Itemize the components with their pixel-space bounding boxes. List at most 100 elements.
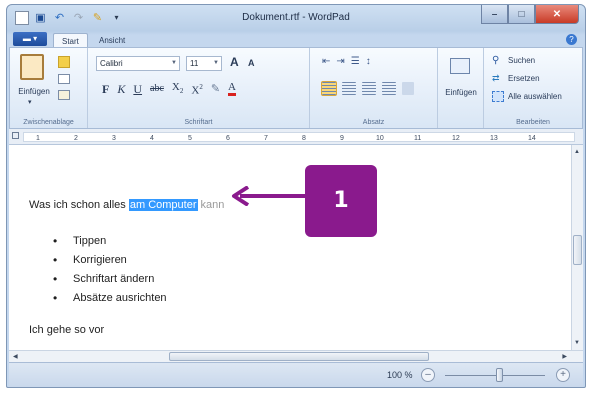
- annotation-arrow: [232, 186, 306, 206]
- status-bar: 100 % – +: [9, 362, 583, 387]
- replace-icon: ⇄: [492, 72, 500, 83]
- subscript-button[interactable]: X2: [172, 80, 183, 98]
- justify-icon[interactable]: [382, 82, 396, 95]
- group-font: Calibri ▼ 11 ▼ A A F K U abc X2 X2 ✎ A S…: [88, 48, 310, 128]
- scroll-down-icon[interactable]: ▼: [574, 340, 580, 346]
- close-button[interactable]: ✕: [535, 5, 579, 24]
- help-icon[interactable]: ?: [566, 34, 577, 45]
- group-label-font: Schriftart: [184, 119, 213, 126]
- list-item[interactable]: Tippen: [53, 234, 167, 254]
- tab-view[interactable]: Ansicht: [91, 33, 133, 48]
- cut-icon[interactable]: [58, 56, 70, 68]
- paste-dropdown[interactable]: ▾: [28, 98, 32, 106]
- picture-icon[interactable]: [450, 58, 470, 74]
- font-family-value: Calibri: [100, 59, 123, 68]
- chevron-down-icon: ▼: [213, 60, 219, 66]
- list-item[interactable]: Korrigieren: [53, 253, 167, 273]
- ruler-mark: 6: [226, 135, 230, 142]
- group-clipboard: Einfügen ▾ Zwischenablage: [10, 48, 88, 128]
- strikethrough-button[interactable]: abc: [150, 82, 164, 96]
- scroll-right-icon[interactable]: ▶: [562, 353, 567, 360]
- bullet-list-icon[interactable]: ☰: [351, 56, 360, 67]
- paragraph-tools: ⇤ ⇥ ☰ ↕: [322, 56, 371, 67]
- maximize-button[interactable]: □: [508, 5, 535, 24]
- document-line[interactable]: Ich gehe so vor: [29, 324, 104, 336]
- find-button[interactable]: ⚲ Suchen: [492, 54, 562, 66]
- document-line[interactable]: Was ich schon alles am Computer kann: [29, 199, 224, 211]
- zoom-slider[interactable]: [445, 375, 545, 376]
- superscript-button[interactable]: X2: [191, 80, 202, 98]
- paste-icon[interactable]: [20, 54, 44, 80]
- highlight-icon[interactable]: ✎: [211, 82, 220, 96]
- selected-text[interactable]: am Computer: [128, 199, 198, 211]
- scroll-left-icon[interactable]: ◀: [13, 353, 18, 360]
- ruler[interactable]: 1 2 3 4 5 6 7 8 9 10 11 12 13 14: [9, 129, 583, 145]
- zoom-in-button[interactable]: +: [556, 368, 570, 382]
- insert-button-label[interactable]: Einfügen: [438, 88, 484, 97]
- ruler-mark: 8: [302, 135, 306, 142]
- zoom-out-button[interactable]: –: [421, 368, 435, 382]
- ruler-mark: 2: [74, 135, 78, 142]
- line-text-end: kann: [197, 199, 225, 211]
- bold-button[interactable]: F: [102, 82, 109, 96]
- copy-icon[interactable]: [58, 74, 70, 84]
- font-size-select[interactable]: 11 ▼: [186, 56, 222, 71]
- align-right-icon[interactable]: [362, 82, 376, 95]
- ruler-mark: 7: [264, 135, 268, 142]
- subscript-label: X: [171, 81, 180, 93]
- ruler-mark: 11: [414, 135, 422, 142]
- paste-button-label[interactable]: Einfügen: [12, 87, 56, 96]
- binoculars-icon: ⚲: [492, 54, 500, 66]
- vertical-scroll-thumb[interactable]: [573, 235, 582, 265]
- ribbon-tabs: ▬ ▾ Start Ansicht ?: [7, 31, 585, 48]
- window-controls: – □ ✕: [481, 5, 579, 24]
- increase-indent-icon[interactable]: ⇥: [336, 56, 344, 67]
- list-item[interactable]: Absätze ausrichten: [53, 291, 167, 311]
- ruler-mark: 3: [112, 135, 116, 142]
- line-text: Was ich schon alles: [29, 199, 129, 211]
- format-painter-icon[interactable]: [58, 90, 70, 100]
- replace-label: Ersetzen: [508, 73, 540, 83]
- group-label-editing: Bearbeiten: [516, 119, 550, 126]
- replace-button[interactable]: ⇄ Ersetzen: [492, 72, 562, 84]
- vertical-scrollbar[interactable]: ▲ ▼: [571, 145, 583, 350]
- font-color-icon[interactable]: A: [228, 82, 236, 97]
- tab-stop-selector[interactable]: [12, 132, 19, 139]
- group-label-paragraph: Absatz: [362, 119, 385, 126]
- tab-start[interactable]: Start: [53, 33, 88, 48]
- group-label-clipboard: Zwischenablage: [23, 119, 74, 126]
- document-area[interactable]: Was ich schon alles am Computer kann Tip…: [9, 145, 571, 350]
- list-item[interactable]: Schriftart ändern: [53, 272, 167, 292]
- italic-button[interactable]: K: [117, 82, 125, 96]
- ribbon: Einfügen ▾ Zwischenablage Calibri ▼ 11 ▼…: [9, 47, 583, 129]
- ruler-mark: 14: [528, 135, 536, 142]
- editing-tools: ⚲ Suchen ⇄ Ersetzen Alle auswählen: [492, 54, 562, 102]
- decrease-indent-icon[interactable]: ⇤: [322, 56, 330, 67]
- underline-button[interactable]: U: [133, 82, 142, 96]
- horizontal-scroll-thumb[interactable]: [169, 352, 429, 361]
- find-label: Suchen: [508, 55, 536, 65]
- minimize-button[interactable]: –: [481, 5, 508, 24]
- bullet-list: Tippen Korrigieren Schriftart ändern Abs…: [53, 234, 167, 311]
- ruler-mark: 1: [36, 135, 40, 142]
- ruler-mark: 10: [376, 135, 384, 142]
- file-menu-button[interactable]: ▬ ▾: [13, 32, 47, 46]
- font-family-select[interactable]: Calibri ▼: [96, 56, 180, 71]
- shrink-font-button[interactable]: A: [248, 58, 255, 68]
- line-spacing-icon[interactable]: ↕: [366, 56, 371, 67]
- select-all-label: Alle auswählen: [508, 91, 562, 101]
- align-left-icon[interactable]: [321, 81, 337, 96]
- scroll-up-icon[interactable]: ▲: [574, 149, 580, 155]
- format-buttons: F K U abc X2 X2 ✎ A: [102, 80, 236, 98]
- grow-font-button[interactable]: A: [230, 55, 239, 69]
- horizontal-scrollbar[interactable]: ◀ ▶: [9, 350, 583, 362]
- ruler-mark: 5: [188, 135, 192, 142]
- align-center-icon[interactable]: [342, 82, 356, 95]
- ruler-mark: 12: [452, 135, 460, 142]
- paragraph-dialog-icon[interactable]: [402, 82, 414, 95]
- select-all-button[interactable]: Alle auswählen: [492, 90, 562, 102]
- group-insert: Einfügen: [438, 48, 484, 128]
- title-bar: ▣ ↶ ↷ ✎ ▾ Dokument.rtf - WordPad – □ ✕: [7, 5, 585, 31]
- zoom-level: 100 %: [387, 370, 413, 380]
- zoom-slider-thumb[interactable]: [496, 368, 503, 382]
